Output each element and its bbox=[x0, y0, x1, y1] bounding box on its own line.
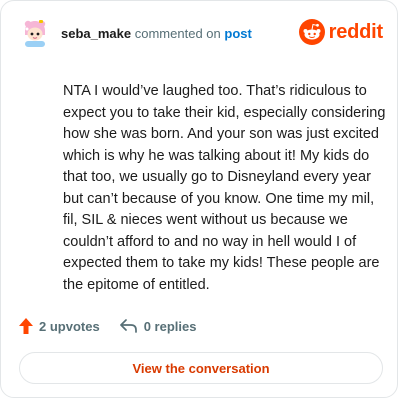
upvote-button[interactable]: 2 upvotes bbox=[19, 318, 100, 334]
post-link[interactable]: post bbox=[224, 26, 251, 41]
comment-actions: 2 upvotes 0 replies bbox=[19, 318, 196, 334]
comment-card: seba_make commented on post reddit NTA I… bbox=[0, 0, 398, 398]
replies-count: 0 replies bbox=[143, 318, 197, 334]
replies-button[interactable]: 0 replies bbox=[119, 318, 197, 334]
user-avatar[interactable] bbox=[19, 17, 51, 49]
username[interactable]: seba_make bbox=[61, 26, 131, 41]
comment-header: seba_make commented on post bbox=[61, 26, 252, 41]
reddit-snoo-icon bbox=[298, 19, 325, 45]
comment-body: NTA I would’ve laughed too. That’s ridic… bbox=[63, 83, 386, 293]
avatar-icon bbox=[19, 17, 51, 49]
upvote-arrow-icon bbox=[19, 318, 33, 334]
reddit-wordmark: reddit bbox=[328, 20, 384, 43]
reddit-logo[interactable]: reddit bbox=[298, 19, 384, 45]
action-text: commented on bbox=[134, 26, 221, 41]
view-conversation-button[interactable]: View the conversation bbox=[19, 352, 383, 384]
reply-arrow-icon bbox=[119, 319, 137, 333]
upvotes-count: 2 upvotes bbox=[39, 318, 100, 334]
